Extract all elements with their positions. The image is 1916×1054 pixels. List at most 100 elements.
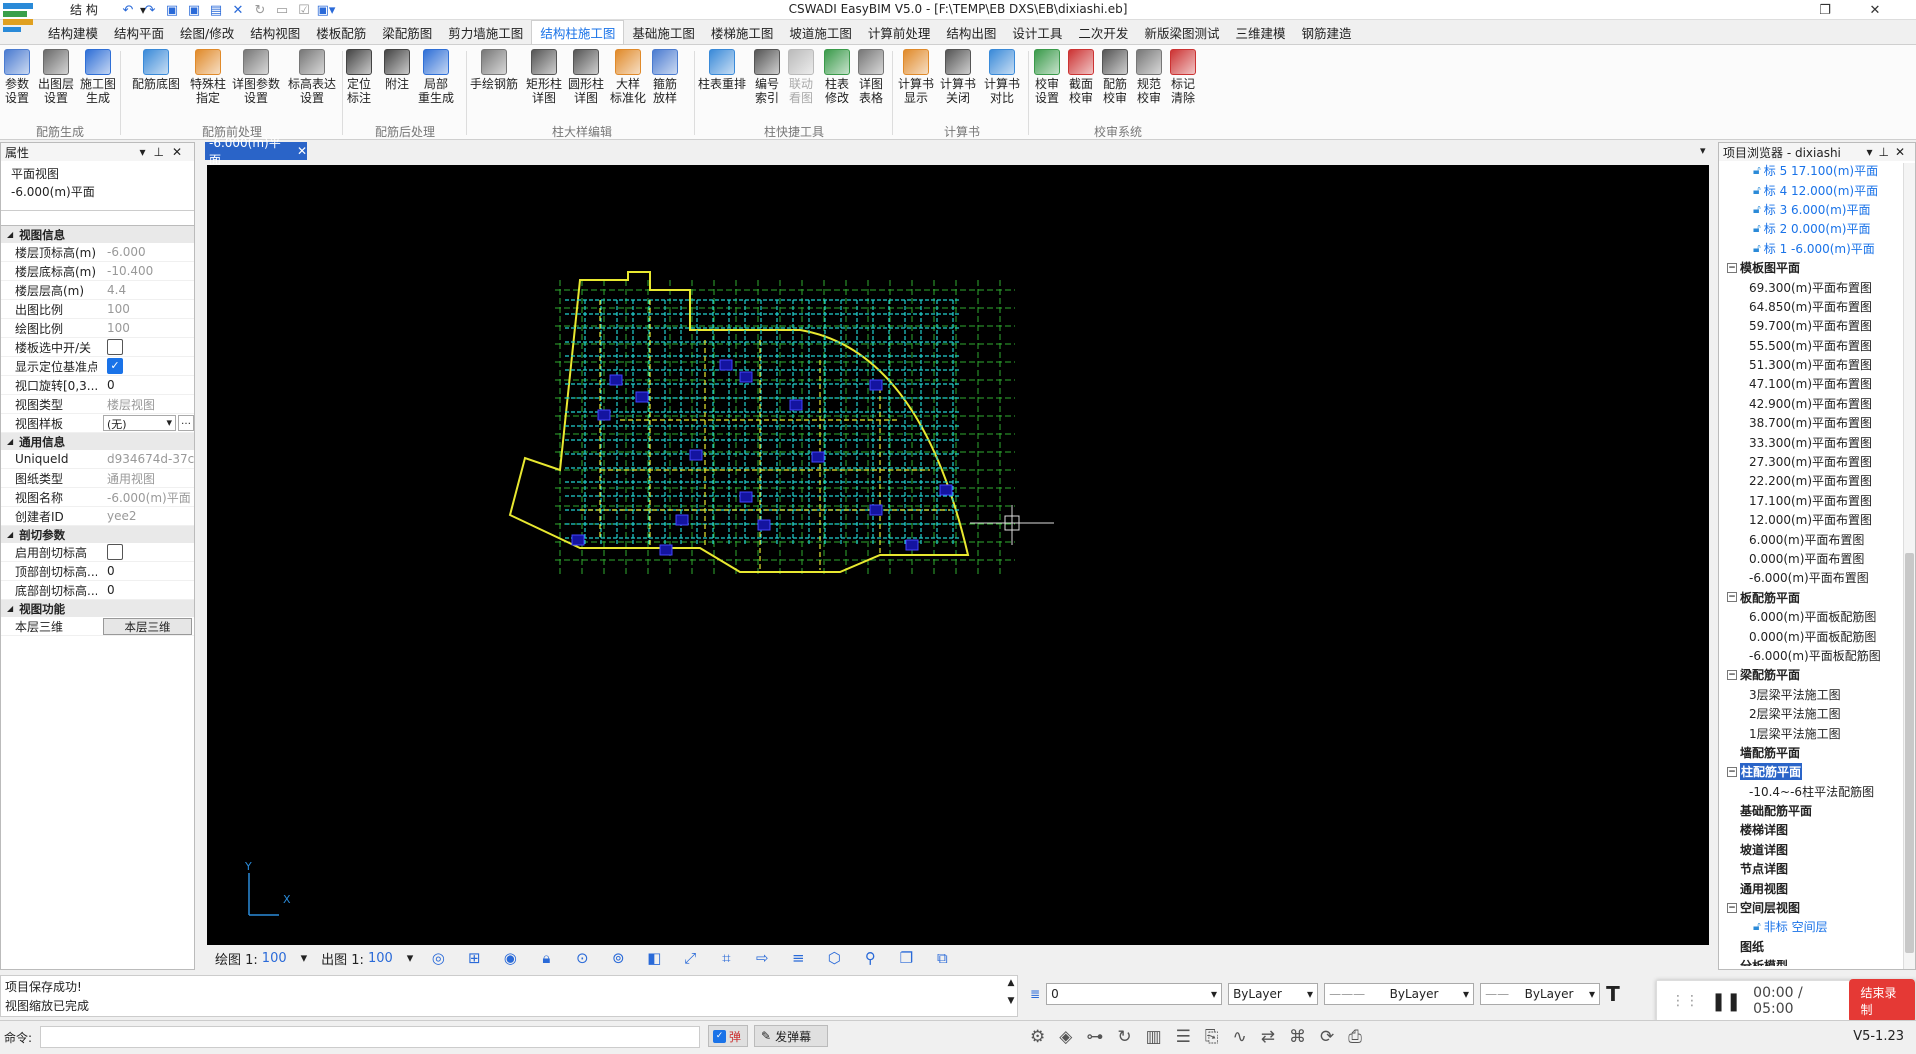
draw-scale-value[interactable]: 100 <box>262 951 287 966</box>
tree-node[interactable]: − 模板图平面 <box>1727 258 1915 277</box>
ribbon-button[interactable]: 矩形柱 详图 <box>526 49 562 105</box>
tree-node[interactable]: 6.000(m)平面布置图 <box>1727 529 1915 548</box>
tree-node[interactable]: 64.850(m)平面布置图 <box>1727 297 1915 316</box>
menu-tab[interactable]: 梁配筋图 <box>374 20 440 44</box>
property-value[interactable]: 通用视图 <box>97 470 194 487</box>
danmaku-button[interactable]: ✎ 发弹幕 <box>754 1025 828 1047</box>
tree-node[interactable]: 22.200(m)平面布置图 <box>1727 471 1915 490</box>
close-file-icon[interactable]: ✕ <box>230 2 246 18</box>
ribbon-button[interactable]: 配筋 校审 <box>1102 49 1128 105</box>
message-scroll[interactable]: ▲ ▼ <box>1004 978 1018 1014</box>
tree-node[interactable]: 55.500(m)平面布置图 <box>1727 336 1915 355</box>
tree-node[interactable]: 墙配筋平面 <box>1727 743 1915 762</box>
menu-tab[interactable]: 三维建模 <box>1227 20 1293 44</box>
grid-icon[interactable]: ⊞ <box>463 948 485 968</box>
tree-node[interactable]: 通用视图 <box>1727 878 1915 897</box>
layers-icon[interactable]: ≡ <box>787 948 809 968</box>
scroll-up-icon[interactable]: ▲ <box>1004 978 1018 988</box>
collapse-box-icon[interactable]: − <box>1727 262 1737 273</box>
tree-node[interactable]: − 空间层视图 <box>1727 898 1915 917</box>
sync-icon[interactable]: ⟳ <box>1320 1027 1334 1047</box>
collapse-icon[interactable]: ◢ <box>7 230 13 239</box>
linetype-select[interactable]: ——— ByLayer ▾ <box>1324 983 1475 1005</box>
menu-tab[interactable]: 计算前处理 <box>860 20 939 44</box>
tree-node[interactable]: 2层梁平法施工图 <box>1727 704 1915 723</box>
property-value[interactable]: 0 <box>97 564 194 578</box>
ribbon-button[interactable]: 柱表 修改 <box>824 49 850 105</box>
ribbon-button[interactable]: 参数 设置 <box>4 49 30 105</box>
checkbox-checked-icon[interactable]: ✓ <box>713 1029 726 1043</box>
menu-tab[interactable]: 楼板配筋 <box>308 20 374 44</box>
menu-tab[interactable]: 结构视图 <box>242 20 308 44</box>
more-button[interactable]: … <box>178 415 194 431</box>
ribbon-button[interactable]: 手绘钢筋 <box>470 49 518 91</box>
ribbon-button[interactable]: 施工图 生成 <box>80 49 116 105</box>
panel-icon[interactable]: ▥ <box>1146 1027 1162 1047</box>
ribbon-button[interactable]: 大样 标准化 <box>610 49 646 105</box>
menu-tab[interactable]: 基础施工图 <box>624 20 703 44</box>
drag-handle-icon[interactable]: ⋮⋮ <box>1671 993 1699 1009</box>
ribbon-button[interactable]: 标高表达 设置 <box>288 49 336 105</box>
crop-icon[interactable]: ⌗ <box>715 948 737 968</box>
tree-node[interactable]: 69.300(m)平面布置图 <box>1727 277 1915 296</box>
expand-icon[interactable]: ⤢ <box>679 948 701 968</box>
ribbon-button[interactable]: 联动 看图 <box>788 49 814 105</box>
menu-tab[interactable]: 结构出图 <box>938 20 1004 44</box>
pause-icon[interactable]: ❚❚ <box>1711 991 1741 1012</box>
ribbon-button[interactable]: 截面 校审 <box>1068 49 1094 105</box>
property-value[interactable]: yee2 <box>97 509 194 523</box>
property-value[interactable]: -6.000 <box>97 245 194 259</box>
swap-icon[interactable]: ⇄ <box>1261 1027 1275 1047</box>
property-section[interactable]: ◢ 通用信息 <box>1 433 194 450</box>
visibility-off-icon[interactable]: ◎ <box>427 948 449 968</box>
tree-scrollbar[interactable] <box>1903 163 1915 969</box>
plane-icon[interactable]: ◧ <box>643 948 665 968</box>
snap-icon[interactable]: ⊙ <box>571 948 593 968</box>
ribbon-button[interactable]: 计算书 显示 <box>898 49 934 105</box>
tab-list-icon[interactable]: ▾ <box>1700 144 1706 157</box>
stop-recording-button[interactable]: 结束录制 <box>1848 979 1915 1023</box>
tree-node[interactable]: 分析模型 <box>1727 956 1915 966</box>
collapse-box-icon[interactable]: − <box>1727 766 1737 777</box>
dwg-export-icon[interactable]: ⇨ <box>751 948 773 968</box>
redo-icon[interactable]: ↷ <box>142 2 158 18</box>
check-icon[interactable]: ☑ <box>296 2 312 18</box>
checkbox[interactable] <box>107 544 123 560</box>
tree-node[interactable]: 38.700(m)平面布置图 <box>1727 413 1915 432</box>
ribbon-button[interactable]: 柱表重排 <box>698 49 746 91</box>
menu-tab[interactable]: 结构平面 <box>106 20 172 44</box>
pin-icon[interactable]: ⊥ <box>1878 145 1894 159</box>
layer-manager-icon[interactable]: ≣ <box>1030 987 1040 1001</box>
network-icon[interactable]: ⊶ <box>1086 1027 1103 1047</box>
property-value[interactable]: 4.4 <box>97 283 194 297</box>
ribbon-button[interactable]: 定位 标注 <box>346 49 372 105</box>
layers-icon[interactable]: ◈ <box>1059 1027 1072 1047</box>
curve-icon[interactable]: ∿ <box>1233 1027 1247 1047</box>
text-style-icon[interactable]: T <box>1606 982 1620 1006</box>
tree-node[interactable]: 12.000(m)平面布置图 <box>1727 510 1915 529</box>
close-window-button[interactable]: ✕ <box>1852 0 1898 20</box>
menu-tab[interactable]: 结构建模 <box>40 20 106 44</box>
command-input[interactable] <box>40 1026 700 1048</box>
close-icon[interactable]: ✕ <box>297 144 307 158</box>
ribbon-button[interactable]: 特殊柱 指定 <box>190 49 226 105</box>
tree-node[interactable]: 3层梁平法施工图 <box>1727 685 1915 704</box>
tree-node[interactable]: 59.700(m)平面布置图 <box>1727 316 1915 335</box>
property-value[interactable]: 楼层视图 <box>97 396 194 413</box>
collapse-box-icon[interactable]: − <box>1727 669 1737 680</box>
menu-tab[interactable]: 楼梯施工图 <box>703 20 782 44</box>
checkbox[interactable] <box>107 339 123 355</box>
menu-tab[interactable]: 坡道施工图 <box>781 20 860 44</box>
menu-tab[interactable]: 新版梁图测试 <box>1136 20 1227 44</box>
filter-icon[interactable]: ⚲ <box>859 948 881 968</box>
property-value[interactable]: 100 <box>97 302 194 316</box>
tree-node[interactable]: -10.4~-6柱平法配筋图 <box>1727 782 1915 801</box>
property-value[interactable]: d934674d-37c <box>97 452 194 466</box>
chevron-down-icon[interactable]: ▾ <box>407 951 414 966</box>
pin-icon[interactable]: ⊥ <box>153 145 171 159</box>
tag-icon[interactable]: ⌘ <box>1289 1027 1306 1047</box>
settings-icon[interactable]: ⚙ <box>1030 1027 1045 1047</box>
checkbox-checked[interactable]: ✓ <box>107 358 123 374</box>
color-select[interactable]: ByLayer ▾ <box>1228 983 1319 1005</box>
close-icon[interactable]: ✕ <box>172 145 190 159</box>
